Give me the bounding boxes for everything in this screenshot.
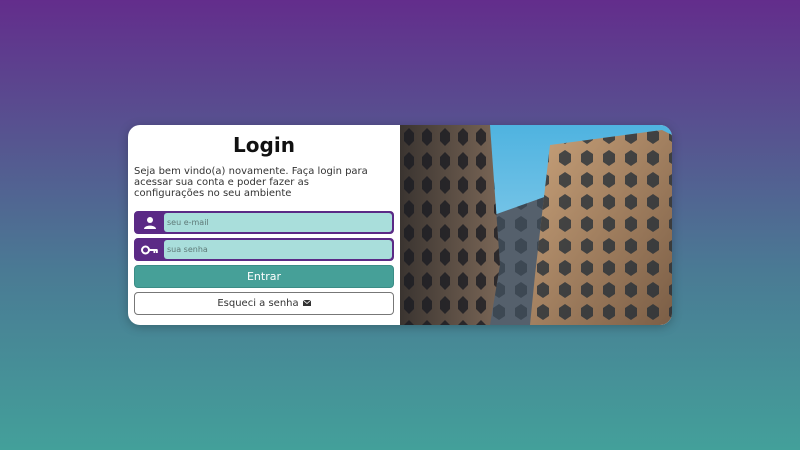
- login-fields: [134, 211, 394, 261]
- envelope-icon: [302, 298, 311, 309]
- password-field-group: [134, 238, 394, 261]
- login-description: Seja bem vindo(a) novamente. Faça login …: [134, 166, 368, 199]
- password-input[interactable]: [164, 240, 392, 259]
- login-card: Login Seja bem vindo(a) novamente. Faça …: [128, 125, 672, 325]
- login-title: Login: [233, 133, 295, 157]
- hero-image: [400, 125, 672, 325]
- login-form-panel: Login Seja bem vindo(a) novamente. Faça …: [128, 125, 400, 325]
- forgot-password-button[interactable]: Esqueci a senha: [134, 292, 394, 315]
- key-icon: [136, 240, 164, 259]
- email-input[interactable]: [164, 213, 392, 232]
- email-field-group: [134, 211, 394, 234]
- user-icon: [136, 213, 164, 232]
- forgot-password-label: Esqueci a senha: [217, 298, 299, 309]
- enter-button[interactable]: Entrar: [134, 265, 394, 288]
